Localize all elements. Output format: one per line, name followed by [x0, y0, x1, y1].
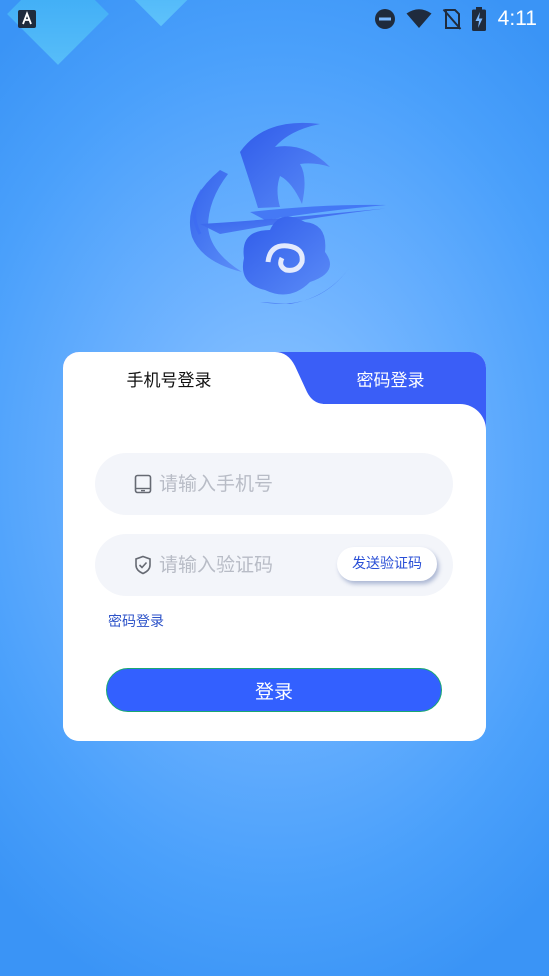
- code-field: 发送验证码: [95, 534, 453, 596]
- a-letter-icon: [18, 10, 36, 28]
- status-bar: 4:11: [0, 0, 549, 38]
- phone-field: [95, 453, 453, 515]
- tab-password-login[interactable]: 密码登录: [275, 352, 486, 404]
- phone-input[interactable]: [159, 453, 429, 515]
- tab-phone-login-label: 手机号登录: [126, 370, 212, 391]
- login-button[interactable]: 登录: [106, 668, 442, 712]
- no-sim-icon: [442, 8, 461, 30]
- code-input[interactable]: [159, 534, 329, 596]
- wifi-icon: [406, 9, 432, 28]
- battery-charging-icon: [471, 7, 486, 31]
- send-code-button[interactable]: 发送验证码: [337, 547, 437, 581]
- status-icons: 4:11: [374, 6, 537, 32]
- tab-password-login-label: 密码登录: [356, 370, 425, 391]
- login-card: 手机号登录 密码登录 发送验证码 密码登录 登录: [63, 352, 486, 741]
- tablet-icon: [134, 474, 152, 494]
- password-login-link[interactable]: 密码登录: [108, 611, 164, 631]
- dnd-icon: [374, 9, 395, 29]
- shield-check-icon: [135, 555, 151, 575]
- status-time: 4:11: [497, 7, 537, 30]
- brand-logo-icon: [189, 122, 390, 304]
- tab-phone-login[interactable]: 手机号登录: [63, 352, 275, 404]
